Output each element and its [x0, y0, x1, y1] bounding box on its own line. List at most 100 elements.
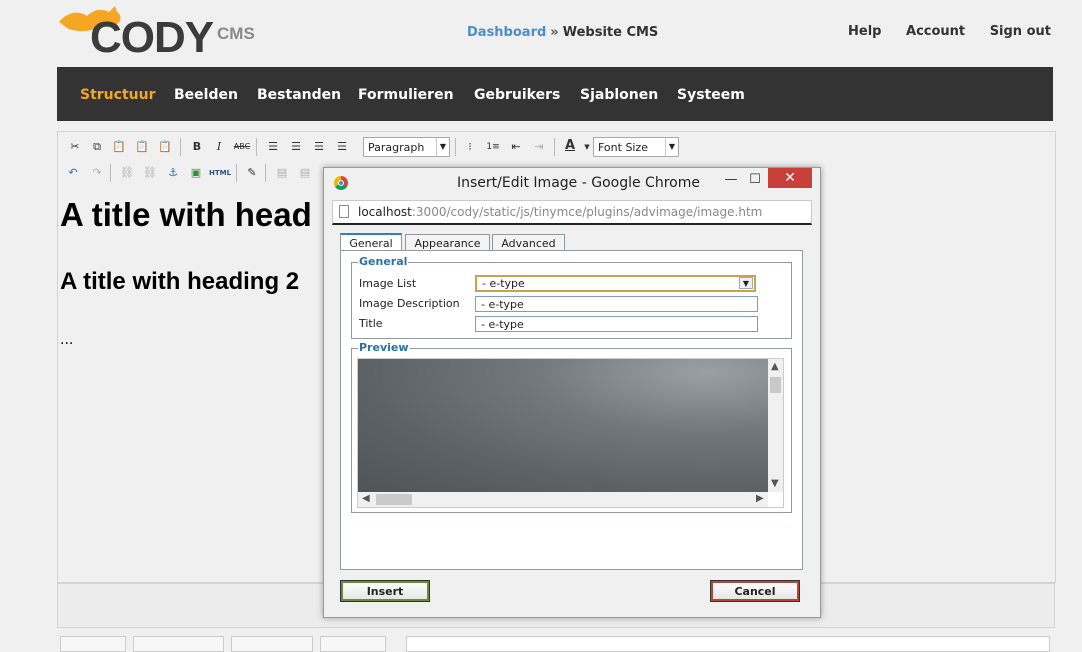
scroll-up-icon[interactable]: ▲: [771, 361, 779, 372]
logo-suffix: CMS: [217, 24, 255, 43]
cut-icon[interactable]: ✂: [66, 138, 84, 156]
strikethrough-icon[interactable]: ABC: [233, 138, 251, 156]
top-links: Help Account Sign out: [828, 24, 1051, 39]
tab-general[interactable]: General: [340, 233, 402, 251]
numbered-list-icon[interactable]: 1≡: [484, 138, 502, 156]
link-icon[interactable]: ⛓: [118, 164, 136, 182]
paste-text-icon[interactable]: 📋: [133, 138, 151, 156]
bold-icon[interactable]: B: [188, 138, 206, 156]
breadcrumb-separator: »: [550, 25, 559, 40]
vertical-scrollbar[interactable]: ▲ ▼: [768, 359, 783, 492]
chrome-icon: [334, 176, 348, 190]
image-description-input[interactable]: - e-type: [475, 296, 758, 312]
bottom-tab[interactable]: [231, 636, 313, 652]
table-props-icon[interactable]: ▤: [296, 164, 314, 182]
body-text[interactable]: ...: [60, 332, 73, 348]
url-path: :3000/cody/static/js/tinymce/plugins/adv…: [411, 205, 763, 219]
preview-image: [358, 359, 768, 492]
table-icon[interactable]: ▤: [273, 164, 291, 182]
url-host: localhost: [358, 205, 412, 219]
logo-text: CODY: [90, 13, 214, 62]
nav-item-gebruikers[interactable]: Gebruikers: [474, 87, 560, 103]
minimize-icon[interactable]: —: [718, 171, 744, 189]
scroll-thumb[interactable]: [770, 377, 781, 393]
dialog-titlebar[interactable]: Insert/Edit Image - Google Chrome — ☐ ✕: [324, 168, 820, 198]
account-link[interactable]: Account: [906, 24, 965, 39]
bottom-tab[interactable]: [320, 636, 386, 652]
maximize-icon[interactable]: ☐: [742, 171, 768, 189]
bullet-list-icon[interactable]: ⁝: [461, 138, 479, 156]
nav-item-bestanden[interactable]: Bestanden: [257, 87, 341, 103]
image-list-value: - e-type: [482, 277, 525, 290]
align-left-icon[interactable]: ☰: [264, 138, 282, 156]
tab-appearance[interactable]: Appearance: [405, 234, 490, 251]
nav-item-structuur[interactable]: Structuur: [80, 87, 155, 103]
chevron-down-icon: ▼: [436, 138, 449, 156]
bottom-tab[interactable]: [133, 636, 224, 652]
image-list-select[interactable]: - e-type ▼: [475, 275, 756, 292]
chevron-down-icon: ▼: [665, 138, 678, 156]
font-size-select[interactable]: Font Size ▼: [593, 137, 679, 157]
redo-icon[interactable]: ↷: [88, 164, 106, 182]
font-size-select-value: Font Size: [598, 141, 649, 154]
scroll-left-icon[interactable]: ◀: [362, 493, 370, 504]
nav-item-systeem[interactable]: Systeem: [677, 87, 745, 103]
help-link[interactable]: Help: [848, 24, 881, 39]
toolbar-divider: [236, 164, 237, 182]
preview-fieldset: Preview ▲ ▼ ◀ ▶: [351, 341, 792, 513]
outdent-icon[interactable]: ⇤: [507, 138, 525, 156]
breadcrumb: Dashboard » Website CMS: [467, 25, 658, 40]
align-right-icon[interactable]: ☰: [310, 138, 328, 156]
insert-edit-image-dialog: Insert/Edit Image - Google Chrome — ☐ ✕ …: [323, 167, 821, 618]
edit-icon[interactable]: ✎: [243, 164, 261, 182]
align-center-icon[interactable]: ☰: [287, 138, 305, 156]
scroll-down-icon[interactable]: ▼: [771, 478, 779, 489]
undo-icon[interactable]: ↶: [64, 164, 82, 182]
cody-logo[interactable]: CODY CMS: [57, 2, 267, 62]
close-icon[interactable]: ✕: [768, 168, 812, 188]
paste-word-icon[interactable]: 📋: [156, 138, 174, 156]
breadcrumb-current: Website CMS: [562, 25, 659, 40]
title-input[interactable]: - e-type: [475, 316, 758, 332]
scroll-thumb[interactable]: [376, 494, 412, 505]
align-justify-icon[interactable]: ☰: [333, 138, 351, 156]
indent-icon[interactable]: ⇥: [530, 138, 548, 156]
general-legend: General: [358, 255, 409, 268]
format-select-value: Paragraph: [368, 141, 425, 154]
bottom-tab[interactable]: [60, 636, 126, 652]
sign-out-link[interactable]: Sign out: [990, 24, 1051, 39]
dialog-title: Insert/Edit Image - Google Chrome: [457, 175, 700, 191]
italic-icon[interactable]: I: [210, 138, 228, 156]
bottom-panel: [406, 636, 1050, 652]
heading-1[interactable]: A title with head: [60, 196, 312, 234]
image-preview: ▲ ▼ ◀ ▶: [357, 358, 784, 508]
toolbar-divider: [180, 138, 181, 156]
unlink-icon[interactable]: ⛓: [141, 164, 159, 182]
heading-2[interactable]: A title with heading 2: [60, 268, 299, 296]
tab-advanced[interactable]: Advanced: [492, 234, 565, 251]
page-icon: [339, 205, 349, 218]
nav-item-formulieren[interactable]: Formulieren: [358, 87, 454, 103]
html-source-button[interactable]: HTML: [208, 164, 232, 182]
image-list-label: Image List: [359, 277, 417, 290]
anchor-icon[interactable]: ⚓: [164, 164, 182, 182]
image-icon[interactable]: ▣: [187, 164, 205, 182]
cancel-button[interactable]: Cancel: [710, 580, 800, 602]
scroll-right-icon[interactable]: ▶: [756, 493, 764, 504]
format-select[interactable]: Paragraph ▼: [363, 137, 450, 157]
nav-item-sjablonen[interactable]: Sjablonen: [580, 87, 658, 103]
general-panel: General Image List - e-type ▼ Image Desc…: [340, 250, 803, 570]
text-color-icon[interactable]: A: [561, 137, 579, 155]
copy-icon[interactable]: ⧉: [88, 138, 106, 156]
address-bar[interactable]: localhost:3000/cody/static/js/tinymce/pl…: [332, 200, 812, 225]
breadcrumb-dashboard-link[interactable]: Dashboard: [467, 25, 546, 40]
horizontal-scrollbar[interactable]: ◀ ▶: [358, 492, 768, 507]
general-fieldset: General Image List - e-type ▼ Image Desc…: [351, 255, 792, 339]
title-label: Title: [359, 317, 383, 330]
nav-item-beelden[interactable]: Beelden: [174, 87, 238, 103]
url-text: localhost:3000/cody/static/js/tinymce/pl…: [358, 201, 762, 223]
chevron-down-icon: ▼: [739, 277, 753, 289]
insert-button[interactable]: Insert: [340, 580, 430, 602]
paste-icon[interactable]: 📋: [110, 138, 128, 156]
preview-legend: Preview: [358, 341, 410, 354]
